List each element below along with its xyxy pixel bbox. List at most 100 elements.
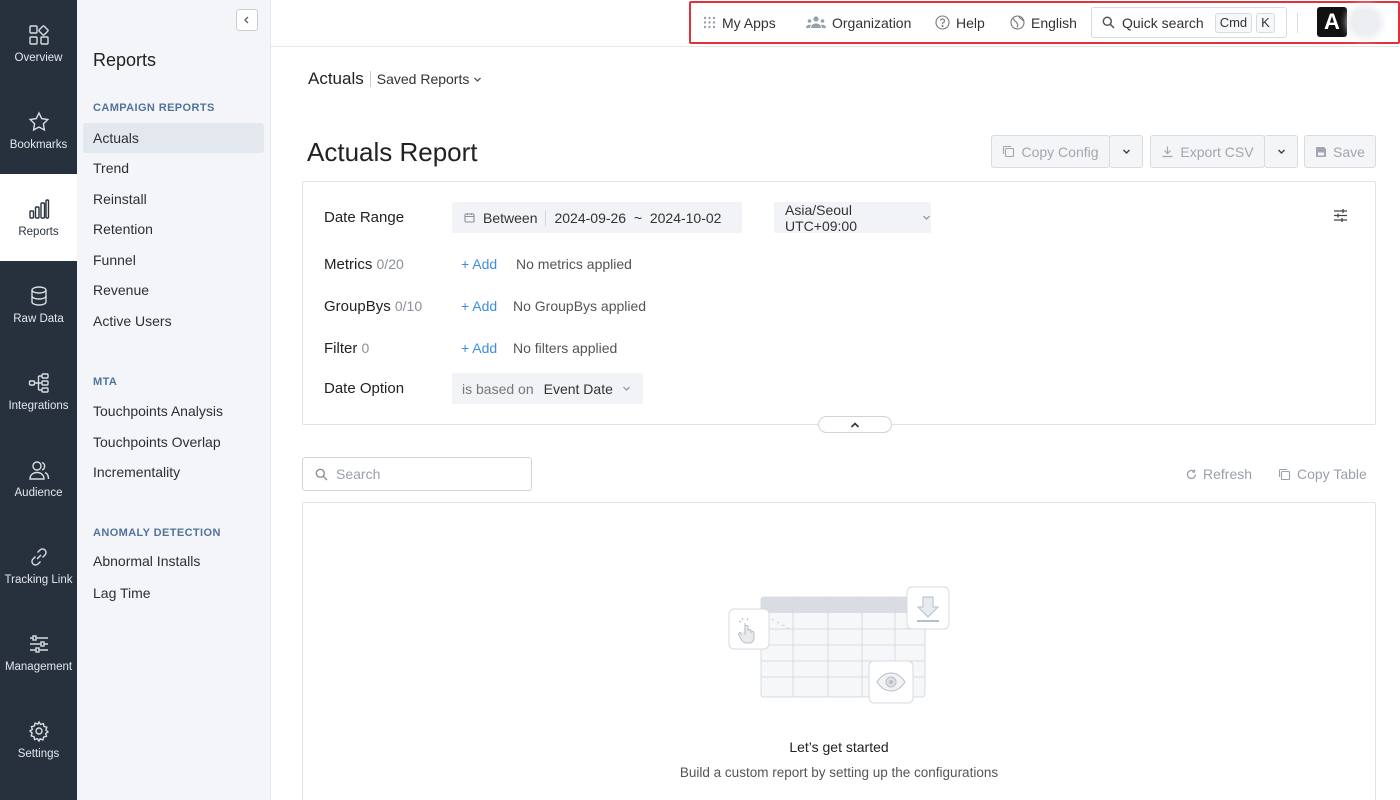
copy-table-button[interactable]: Copy Table bbox=[1278, 466, 1367, 482]
rail-item-raw-data[interactable]: Raw Data bbox=[0, 261, 77, 348]
sidebar-section-mta: MTA bbox=[93, 376, 118, 388]
export-csv-dropdown-button[interactable] bbox=[1264, 135, 1298, 168]
empty-state-title: Let’s get started bbox=[789, 739, 889, 755]
sidebar-item-active-users[interactable]: Active Users bbox=[83, 306, 264, 336]
divider bbox=[545, 209, 547, 226]
rail-item-settings[interactable]: Settings bbox=[0, 696, 77, 783]
rail-label: Management bbox=[4, 660, 73, 673]
sidebar-item-incrementality[interactable]: Incrementality bbox=[83, 457, 264, 487]
rail-label: Overview bbox=[14, 51, 63, 64]
filter-empty-text: No filters applied bbox=[513, 340, 618, 356]
page-title: Actuals Report bbox=[307, 137, 478, 167]
date-option-select[interactable]: is based on Event Date bbox=[452, 373, 643, 404]
integrations-icon bbox=[28, 372, 50, 394]
help-button[interactable]: Help bbox=[935, 3, 985, 42]
copy-table-label: Copy Table bbox=[1297, 466, 1367, 482]
rail-label: Raw Data bbox=[13, 312, 64, 325]
sidebar-item-touchpoints-analysis[interactable]: Touchpoints Analysis bbox=[83, 396, 264, 426]
rail-label: Tracking Link bbox=[4, 573, 73, 586]
copy-icon bbox=[1278, 468, 1291, 481]
sidebar-item-reinstall[interactable]: Reinstall bbox=[83, 184, 264, 214]
sidebar-item-revenue[interactable]: Revenue bbox=[83, 275, 264, 305]
groupbys-label: GroupBys 0/10 bbox=[324, 298, 422, 315]
reports-sidebar: Reports CAMPAIGN REPORTS Actuals Trend R… bbox=[77, 0, 271, 800]
save-button[interactable]: Save bbox=[1304, 135, 1376, 168]
top-bar: My Apps Organization Help English Quick … bbox=[271, 0, 1400, 47]
rail-item-audience[interactable]: Audience bbox=[0, 435, 77, 522]
rail-item-management[interactable]: Management bbox=[0, 609, 77, 696]
top-nav: My Apps Organization Help English Quick … bbox=[689, 1, 1400, 44]
sidebar-item-lag-time[interactable]: Lag Time bbox=[83, 578, 264, 608]
rail-item-integrations[interactable]: Integrations bbox=[0, 348, 77, 435]
calendar-icon bbox=[464, 212, 475, 223]
globe-icon bbox=[1010, 15, 1025, 30]
date-option-prefix: is based on bbox=[462, 380, 534, 397]
refresh-button[interactable]: Refresh bbox=[1186, 466, 1252, 482]
quick-search-label: Quick search bbox=[1122, 14, 1204, 31]
chevron-up-icon bbox=[850, 421, 860, 429]
overview-icon bbox=[28, 24, 50, 46]
sliders-icon bbox=[28, 633, 50, 655]
table-search-input[interactable] bbox=[336, 466, 516, 482]
timezone-select[interactable]: Asia/Seoul UTC+09:00 bbox=[774, 202, 931, 234]
chevron-down-icon bbox=[1277, 147, 1286, 156]
add-groupby-link[interactable]: + Add bbox=[461, 298, 497, 314]
add-metric-link[interactable]: + Add bbox=[461, 256, 497, 272]
sidebar-item-touchpoints-overlap[interactable]: Touchpoints Overlap bbox=[83, 427, 264, 457]
chevron-down-icon bbox=[473, 75, 482, 84]
copy-config-label: Copy Config bbox=[1021, 143, 1099, 160]
database-icon bbox=[28, 285, 50, 307]
kbd-k: K bbox=[1256, 12, 1275, 33]
table-search[interactable] bbox=[302, 457, 532, 491]
apps-grid-icon bbox=[703, 16, 716, 29]
sidebar-item-funnel[interactable]: Funnel bbox=[83, 245, 264, 275]
help-label: Help bbox=[956, 14, 985, 31]
sidebar-item-abnormal-installs[interactable]: Abnormal Installs bbox=[83, 546, 264, 576]
copy-config-button[interactable]: Copy Config bbox=[991, 135, 1110, 168]
star-icon bbox=[28, 110, 50, 133]
sidebar-item-actuals[interactable]: Actuals bbox=[83, 123, 264, 153]
rail-label: Reports bbox=[18, 225, 59, 238]
download-icon bbox=[1161, 145, 1174, 158]
sidebar-item-trend[interactable]: Trend bbox=[83, 153, 264, 183]
report-results-area: Let’s get started Build a custom report … bbox=[302, 502, 1376, 800]
help-icon bbox=[935, 15, 950, 30]
settings-sliders-icon[interactable] bbox=[1333, 208, 1348, 223]
saved-reports-dropdown[interactable]: Saved Reports bbox=[377, 71, 483, 87]
collapse-config-button[interactable] bbox=[818, 416, 892, 433]
primary-rail: Overview Bookmarks Reports Raw Data Inte… bbox=[0, 0, 77, 800]
date-range-picker[interactable]: Between 2024-09-26 ~ 2024-10-02 bbox=[452, 202, 742, 233]
quick-search-button[interactable]: Quick search Cmd K bbox=[1091, 7, 1287, 38]
language-button[interactable]: English bbox=[1010, 3, 1077, 42]
avatar[interactable] bbox=[1351, 9, 1379, 35]
audience-icon bbox=[28, 459, 50, 481]
add-filter-link[interactable]: + Add bbox=[461, 340, 497, 356]
copy-config-dropdown-button[interactable] bbox=[1109, 135, 1143, 168]
sidebar-section-anomaly-detection: ANOMALY DETECTION bbox=[93, 527, 221, 539]
rail-label: Settings bbox=[17, 747, 60, 760]
search-icon bbox=[1102, 16, 1115, 29]
my-apps-label: My Apps bbox=[722, 14, 776, 31]
metrics-empty-text: No metrics applied bbox=[516, 256, 632, 272]
rail-item-tracking-link[interactable]: Tracking Link bbox=[0, 522, 77, 609]
collapse-sidebar-button[interactable] bbox=[236, 9, 258, 31]
sidebar-item-retention[interactable]: Retention bbox=[83, 214, 264, 244]
save-icon bbox=[1315, 146, 1327, 158]
date-range-mode: Between bbox=[483, 209, 538, 226]
groupbys-empty-text: No GroupBys applied bbox=[513, 298, 647, 314]
export-csv-button[interactable]: Export CSV bbox=[1150, 135, 1265, 168]
saved-reports-label: Saved Reports bbox=[376, 71, 470, 87]
rail-item-reports[interactable]: Reports bbox=[0, 174, 77, 261]
metrics-label-text: Metrics bbox=[324, 256, 373, 273]
metrics-label: Metrics 0/20 bbox=[324, 256, 404, 273]
rail-label: Audience bbox=[14, 486, 63, 499]
app-logo[interactable]: A bbox=[1317, 7, 1347, 37]
divider bbox=[369, 71, 371, 87]
sidebar-title: Reports bbox=[93, 50, 157, 70]
organization-button[interactable]: Organization bbox=[806, 3, 911, 42]
rail-item-bookmarks[interactable]: Bookmarks bbox=[0, 87, 77, 174]
rail-item-overview[interactable]: Overview bbox=[0, 0, 77, 87]
my-apps-button[interactable]: My Apps bbox=[703, 3, 776, 42]
groupbys-label-text: GroupBys bbox=[324, 298, 391, 315]
breadcrumb-current: Actuals bbox=[308, 69, 364, 88]
